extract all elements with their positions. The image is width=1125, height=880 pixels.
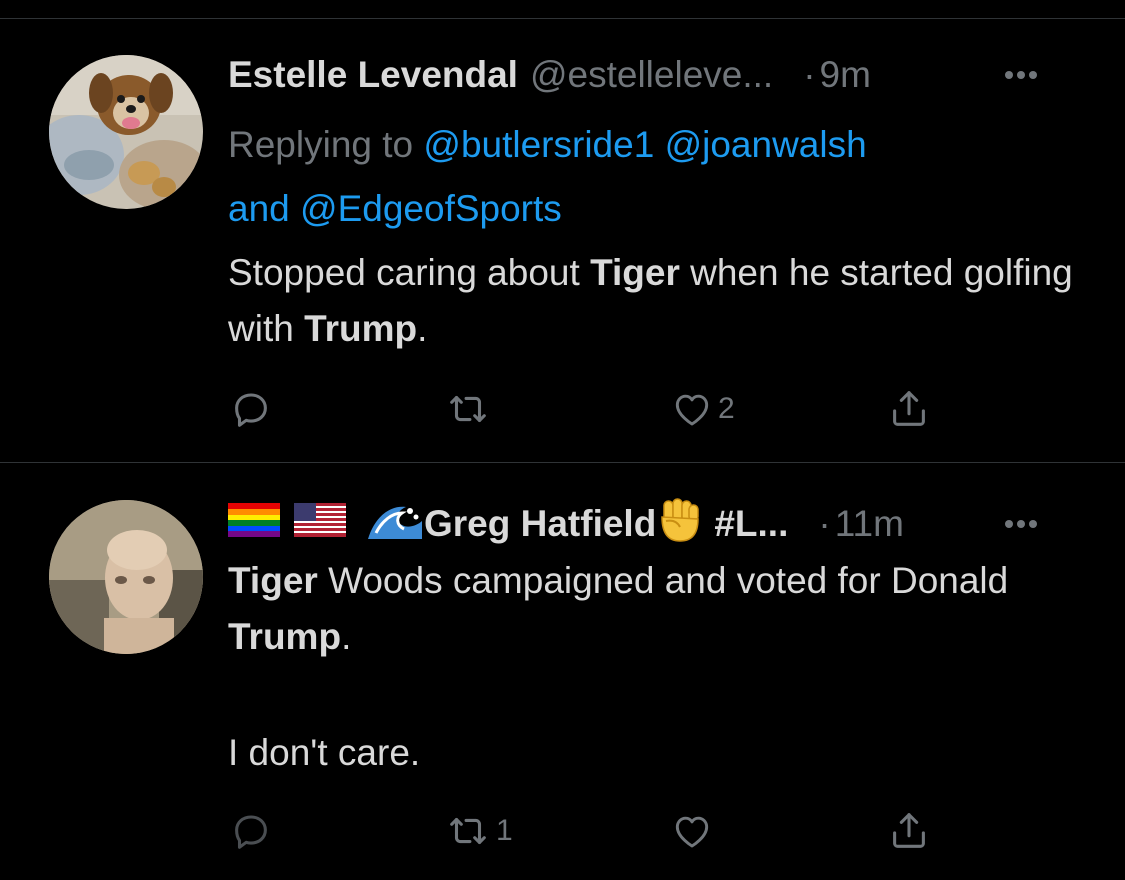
tweet-text: Stopped caring about Tiger when he start… [228,245,1088,357]
retweet-button[interactable] [444,384,496,434]
share-button[interactable] [886,806,932,856]
highlighted-term: Trump [228,616,342,657]
avatar[interactable] [49,500,203,654]
raised-fist-icon [658,497,702,552]
wave-icon [366,499,424,550]
highlighted-term: Trump [304,308,418,349]
mention-link[interactable]: @butlersride1 [423,124,654,165]
tweet-text-segment: Woods campaigned and voted for Donald [317,560,1009,601]
reply-icon [235,815,267,849]
tweet-actions: 2 [228,384,958,434]
highlighted-term: Tiger [228,560,318,601]
heart-icon [675,816,709,848]
retweet-button[interactable]: 1 [444,806,513,856]
share-icon [893,813,925,848]
reply-button[interactable] [228,806,278,856]
rainbow-flag-icon [228,502,280,546]
separator-dot: · [803,54,816,95]
tweet[interactable]: Estelle Levendal @estelleleve... · 9m Re… [0,19,1125,462]
display-name[interactable]: Greg Hatfield [424,503,656,545]
tweet-header: Estelle Levendal @estelleleve... · 9m [228,52,1085,98]
timestamp[interactable]: 11m [835,503,904,545]
highlighted-term: Tiger [590,252,680,293]
share-icon [893,391,925,426]
retweet-count: 1 [496,814,513,847]
mention-link[interactable]: @joanwalsh [665,124,867,165]
tweet-header: Greg Hatfield #L... · 11m [228,497,1085,550]
tweet-text-segment: Stopped caring about [228,252,591,293]
handle[interactable]: @estelleleve... [530,54,773,96]
us-flag-icon [294,502,346,546]
reply-button[interactable] [228,384,278,434]
separator-dot: · [818,503,831,544]
replying-to-joiner[interactable]: and [228,188,290,229]
heart-icon [675,394,709,426]
reply-icon [235,393,267,427]
tweet-text: Tiger Woods campaigned and voted for Don… [228,553,1088,781]
like-button[interactable] [670,806,718,856]
handle-truncated[interactable]: #L... [714,503,788,545]
share-button[interactable] [886,384,932,434]
replying-to: Replying to @butlersride1 @joanwalsh and… [228,113,1048,241]
more-dots-icon[interactable] [1005,501,1037,547]
tweet-text-segment: . [341,616,352,657]
more-dots-icon[interactable] [1005,52,1037,98]
tweet-actions: 1 [228,806,958,856]
tweet-text-segment: . [417,308,428,349]
like-count: 2 [718,392,735,425]
retweet-icon [450,817,486,845]
like-button[interactable]: 2 [670,384,735,434]
mention-link[interactable]: @EdgeofSports [300,188,562,229]
retweet-icon [450,395,486,423]
display-name[interactable]: Estelle Levendal [228,54,518,96]
tweet-text-segment: I don't care. [228,732,421,773]
timestamp[interactable]: 9m [820,54,871,96]
tweet[interactable]: Greg Hatfield #L... · 11m Tiger Woods ca… [0,463,1125,880]
replying-to-label: Replying to [228,124,414,165]
avatar[interactable] [49,55,203,209]
